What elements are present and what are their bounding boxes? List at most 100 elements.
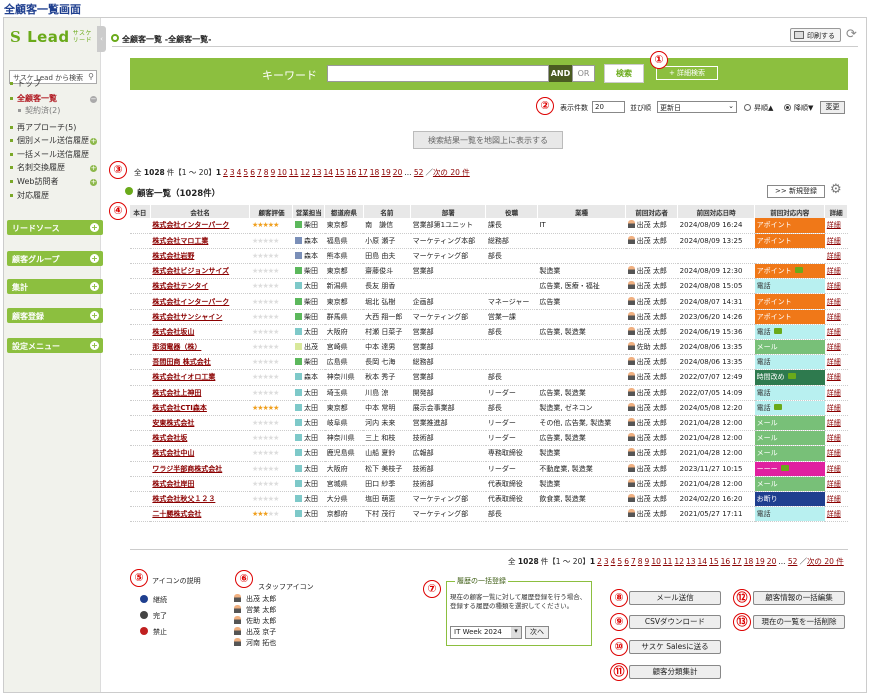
sidebar-collapse-button[interactable]: ‹ (97, 26, 106, 52)
comment-icon[interactable] (773, 403, 782, 410)
column-header[interactable]: 会社名 (150, 205, 251, 218)
sidebar-group[interactable]: 設定メニュー + (7, 338, 103, 353)
column-header[interactable]: 名前 (363, 205, 412, 218)
column-header[interactable]: 詳細 (824, 205, 848, 218)
company-link[interactable]: 株式会社ビジョンサイズ (150, 263, 250, 280)
column-header[interactable]: 部署 (410, 205, 487, 218)
detail-link[interactable]: 詳細 (824, 248, 848, 265)
pager-next[interactable]: 次の 20 件 (433, 168, 470, 177)
change-button[interactable]: 変更 (820, 101, 845, 114)
pager-link[interactable]: 18 (744, 557, 754, 566)
table-row[interactable]: 株式会社インターパーク ★★★★★ 柴田 東京都 堀北 弘樹 企画部 マネージャー 広告業 出茂… (130, 293, 848, 310)
sidebar-group[interactable]: 集計 + (7, 279, 103, 294)
pager-link[interactable]: 15 (709, 557, 719, 566)
pager-link[interactable]: 14 (324, 168, 334, 177)
category-tally-button[interactable]: 顧客分類集計 (629, 665, 721, 679)
table-row[interactable]: 株式会社ビジョンサイズ ★★★★★ 柴田 東京都 齋藤俊斗 営業部 製造業 出茂 太郎 2024… (130, 263, 848, 280)
table-row[interactable]: 二十勝株式会社 ★★★★★ 太田 京都府 下村 茂行 マーケティング部 部長 出茂 太郎 202… (130, 506, 848, 523)
pager-link[interactable]: 7 (257, 168, 262, 177)
column-header[interactable]: 前回対応日時 (677, 205, 756, 218)
table-row[interactable]: 株式会社岩野 ★★★★★ 森本 熊本県 田島 由夫 マーケティング部 部長 詳細 (130, 248, 848, 265)
pager-link[interactable]: 6 (250, 168, 255, 177)
column-header[interactable]: 顧客評価 (249, 205, 294, 218)
asc-radio[interactable] (744, 104, 751, 111)
company-link[interactable]: 株式会社中山 (150, 445, 250, 462)
mail-send-button[interactable]: メール送信 (629, 591, 721, 605)
pager-link[interactable]: 14 (698, 557, 708, 566)
company-link[interactable]: 那須電器（株） (150, 339, 250, 356)
company-link[interactable]: 安東株式会社 (150, 415, 250, 432)
pager-link[interactable]: 5 (243, 168, 248, 177)
detail-link[interactable]: 詳細 (824, 293, 848, 310)
pager-link[interactable]: 17 (358, 168, 368, 177)
pager-link[interactable]: 4 (611, 557, 616, 566)
pager-link[interactable]: 10 (651, 557, 661, 566)
pager-link[interactable]: 20 (767, 557, 777, 566)
table-row[interactable]: 那須電器（株） ★★★★★ 出茂 宮崎県 中本 達男 営業部 佐助 太郎 2024/08/06… (130, 339, 848, 356)
table-row[interactable]: 株式会社岸田 ★★★★★ 太田 宮城県 田口 紗季 技術部 代表取締役 製造業 出茂 太郎 202… (130, 476, 848, 492)
comment-icon[interactable] (780, 464, 789, 471)
table-row[interactable]: 株式会社イオロ工業 ★★★★★ 森本 神奈川県 秋本 秀子 営業部 部長 出茂 太郎 2022/… (130, 369, 848, 386)
pager-link[interactable]: 4 (237, 168, 242, 177)
pager-link[interactable]: 2 (597, 557, 602, 566)
column-header[interactable]: 本日 (130, 205, 151, 218)
pager-link[interactable]: 10 (277, 168, 287, 177)
expand-icon[interactable]: + (90, 138, 97, 145)
detail-link[interactable]: 詳細 (824, 445, 848, 462)
table-row[interactable]: 株式会社中山 ★★★★★ 太田 鹿児島県 山船 夏鈴 広報部 専務取締役 製造業 出茂 太郎 20… (130, 445, 848, 462)
pager-link[interactable]: 2 (223, 168, 228, 177)
company-link[interactable]: 株式会社坂 (150, 430, 250, 447)
sidebar-item[interactable]: 対応履歴 (10, 190, 49, 201)
detail-link[interactable]: 詳細 (824, 491, 848, 508)
detail-link[interactable]: 詳細 (824, 233, 848, 249)
company-link[interactable]: 株式会社インターパーク (150, 293, 250, 310)
desc-radio[interactable] (784, 104, 791, 111)
company-link[interactable]: 株式会社インターパーク (150, 218, 250, 234)
sidebar-item[interactable]: 個別メール送信履歴 (10, 135, 89, 146)
column-header[interactable]: 前回対応者 (625, 205, 679, 218)
pager-link[interactable]: 19 (381, 168, 391, 177)
detail-link[interactable]: 詳細 (824, 476, 848, 492)
company-link[interactable]: 株式会社CTI森本 (150, 400, 250, 416)
pager-link[interactable]: 16 (347, 168, 357, 177)
advanced-search-button[interactable]: + 詳細検索 (656, 66, 718, 80)
pager-link[interactable]: 20 (393, 168, 403, 177)
sidebar-group[interactable]: 顧客グループ + (7, 251, 103, 266)
table-row[interactable]: 株式会社上神田 ★★★★★ 太田 埼玉県 川島 涼開発部 リーダー 広告業, 製造業 出茂 太… (130, 385, 848, 401)
table-row[interactable]: 株式会社マロ工業 ★★★★★ 森本 福島県 小原 瀬子 マーケティング本部 総務部 出茂 太郎… (130, 233, 848, 249)
bulk-delete-button[interactable]: 現在の一覧を一括削除 (753, 615, 845, 629)
pager-link[interactable]: 19 (755, 557, 765, 566)
table-row[interactable]: 株式会社テンタイ ★★★★★ 太田 新潟県 長友 朋香 広告業, 医療・福祉 出茂 太郎 20… (130, 278, 848, 295)
expand-icon[interactable]: + (90, 179, 97, 186)
detail-link[interactable]: 詳細 (824, 369, 848, 386)
detail-link[interactable]: 詳細 (824, 218, 848, 234)
detail-link[interactable]: 詳細 (824, 263, 848, 280)
detail-link[interactable]: 詳細 (824, 400, 848, 416)
pager-link[interactable]: 8 (638, 557, 643, 566)
search-button[interactable]: 検索 (604, 64, 644, 83)
comment-icon[interactable] (794, 267, 803, 274)
pager-link[interactable]: 3 (230, 168, 235, 177)
table-row[interactable]: 株式会社坂山 ★★★★★ 太田 大阪府 村瀬 日菜子 営業部 部長 広告業, 製造業 出茂 太郎… (130, 324, 848, 341)
pager-link[interactable]: 12 (674, 557, 684, 566)
detail-link[interactable]: 詳細 (824, 309, 848, 325)
table-row[interactable]: 吾間田商 株式会社 ★★★★★ 柴田 広島県 長岡 七海 総務部 出茂 太郎 2024/08/… (130, 354, 848, 371)
sidebar-item[interactable]: 名刺交換履歴 (10, 162, 65, 173)
pager-last[interactable]: 52 (788, 557, 798, 566)
detail-link[interactable]: 詳細 (824, 354, 848, 371)
pager-link[interactable]: 18 (370, 168, 380, 177)
column-header[interactable]: 営業担当 (292, 205, 326, 218)
table-row[interactable]: 株式会社秋父１２３ ★★★★★ 太田 大分県 塩田 萌恵 マーケティング部 代表取締役 飲食業… (130, 491, 848, 508)
company-link[interactable]: 株式会社坂山 (150, 324, 250, 341)
detail-link[interactable]: 詳細 (824, 415, 848, 432)
pager-link[interactable]: 13 (686, 557, 696, 566)
detail-link[interactable]: 詳細 (824, 385, 848, 401)
column-header[interactable]: 前回対応内容 (754, 205, 826, 218)
pager-link[interactable]: 11 (663, 557, 673, 566)
detail-link[interactable]: 詳細 (824, 461, 848, 477)
company-link[interactable]: 二十勝株式会社 (150, 506, 250, 523)
pager-link[interactable]: 16 (721, 557, 731, 566)
detail-link[interactable]: 詳細 (824, 339, 848, 356)
table-row[interactable]: 株式会社サンシャイン ★★★★★ 柴田 群馬県 大西 翔一郎 マーケティング部 営業一課 出茂… (130, 309, 848, 325)
or-toggle[interactable]: OR (572, 65, 595, 82)
